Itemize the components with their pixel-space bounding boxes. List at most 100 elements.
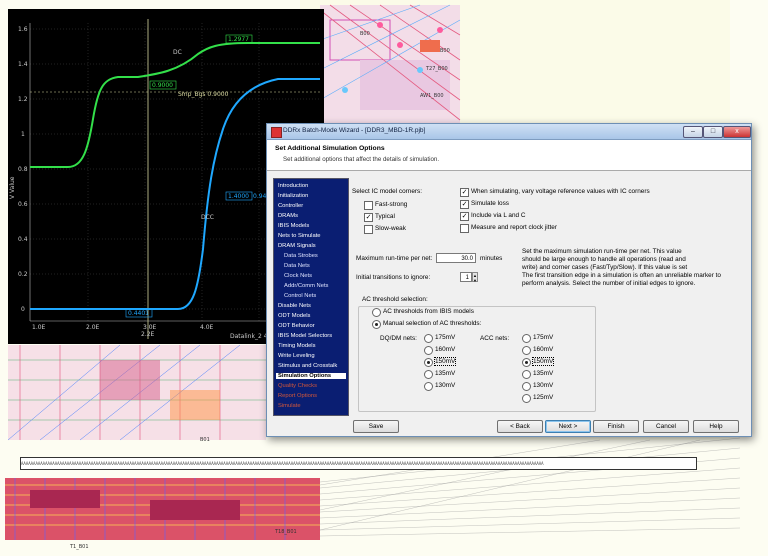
wizard-header: Set Additional Simulation Options Set ad… <box>267 140 751 171</box>
simulate-loss-checkbox[interactable]: ✓ <box>460 200 469 209</box>
ac-from-ibis-radio[interactable] <box>372 308 381 317</box>
close-button[interactable]: x <box>723 126 751 138</box>
acc-135-radio[interactable] <box>522 370 531 379</box>
pcb-label-4: AW1_B00 <box>420 93 444 99</box>
nav-item-odt-behavior[interactable]: ODT Behavior <box>278 323 315 329</box>
acc-150-radio[interactable] <box>522 358 531 367</box>
y-tick-3: 1 <box>21 131 25 138</box>
nav-item-stimulus-crosstalk[interactable]: Stimulus and Crosstalk <box>278 363 337 369</box>
acc-130-radio[interactable] <box>522 382 531 391</box>
nav-item-control-nets[interactable]: Control Nets <box>284 293 316 299</box>
typical-checkbox[interactable]: ✓ <box>364 213 373 222</box>
cancel-button[interactable]: Cancel <box>643 420 689 433</box>
nav-item-dram-signals[interactable]: DRAM Signals <box>278 243 316 249</box>
nav-item-simulate[interactable]: Simulate <box>278 403 301 409</box>
finish-button[interactable]: Finish <box>593 420 639 433</box>
dqdm-135-radio[interactable] <box>424 370 433 379</box>
next-button[interactable]: Next > <box>545 420 591 433</box>
nav-item-ibis-model-selectors[interactable]: IBIS Model Selectors <box>278 333 332 339</box>
acc-175-label: 175mV <box>533 334 554 341</box>
max-runtime-help-3: write) and corner cases (Fast/Typ/Slow).… <box>522 264 688 271</box>
help-button[interactable]: Help <box>693 420 739 433</box>
cursor-rule-label: 2.2E <box>141 331 155 338</box>
marker-a-value: 0.9000 <box>152 82 173 89</box>
maximize-button[interactable]: □ <box>703 126 723 138</box>
options-panel: Select IC model corners: Fast-strong ✓ T… <box>350 178 746 414</box>
transitions-spinner[interactable]: ▲ ▼ <box>472 272 478 283</box>
nav-item-clock-nets[interactable]: Clock Nets <box>284 273 312 279</box>
minimize-button[interactable]: – <box>683 126 703 138</box>
pcb-label-1: B00 <box>360 31 370 37</box>
y-tick-2: 1.2 <box>18 96 28 103</box>
max-runtime-label: Maximum run-time per net: <box>356 255 433 262</box>
ac-threshold-label: AC threshold selection: <box>362 296 428 303</box>
nav-item-report-options[interactable]: Report Options <box>278 393 317 399</box>
dqdm-130-label: 130mV <box>435 382 456 389</box>
acc-125-radio[interactable] <box>522 394 531 403</box>
y-tick-6: 0.4 <box>18 236 28 243</box>
dc-mid-label: DCC <box>201 214 214 221</box>
title-bar[interactable]: DDRx Batch-Mode Wizard - [DDR3_MBD-1R.pj… <box>267 124 751 140</box>
back-button[interactable]: < Back <box>497 420 543 433</box>
page-subtitle: Set additional options that affect the d… <box>283 156 440 163</box>
transitions-label: Initial transitions to ignore: <box>356 274 431 281</box>
nav-item-quality-checks[interactable]: Quality Checks <box>278 383 317 389</box>
dqdm-160-radio[interactable] <box>424 346 433 355</box>
acc-135-label: 135mV <box>533 370 554 377</box>
save-button[interactable]: Save <box>353 420 399 433</box>
nav-item-drams[interactable]: DRAMs <box>278 213 298 219</box>
x-tick-3: 4.0E <box>200 324 214 331</box>
ac-manual-radio[interactable] <box>372 320 381 329</box>
wizard-step-nav: Introduction Initialization Controller D… <box>273 178 349 416</box>
dc-top-label: DC <box>173 49 182 56</box>
nav-item-data-nets[interactable]: Data Nets <box>284 263 310 269</box>
acc-160-label: 160mV <box>533 346 554 353</box>
slow-weak-checkbox[interactable] <box>364 225 373 234</box>
nav-item-data-strobes[interactable]: Data Strobes <box>284 253 318 259</box>
dqdm-175-radio[interactable] <box>424 334 433 343</box>
nav-item-simulation-options[interactable]: Simulation Options <box>276 373 346 379</box>
fast-strong-checkbox[interactable] <box>364 201 373 210</box>
nav-item-controller[interactable]: Controller <box>278 203 303 209</box>
nav-item-ibis-models[interactable]: IBIS Models <box>278 223 309 229</box>
nav-item-odt-models[interactable]: ODT Models <box>278 313 310 319</box>
dqdm-150-radio[interactable] <box>424 358 433 367</box>
clock-jitter-checkbox[interactable] <box>460 224 469 233</box>
transitions-input[interactable]: 1 <box>460 272 472 282</box>
nav-item-nets-to-simulate[interactable]: Nets to Simulate <box>278 233 321 239</box>
y-axis-label: V Value <box>9 176 16 199</box>
fast-strong-label: Fast-strong <box>375 201 408 208</box>
ddrx-batch-mode-wizard: DDRx Batch-Mode Wizard - [DDR3_MBD-1R.pj… <box>266 123 752 437</box>
dqdm-label: DQ/DM nets: <box>380 335 417 342</box>
dqdm-130-radio[interactable] <box>424 382 433 391</box>
dqdm-160-label: 160mV <box>435 346 456 353</box>
max-runtime-help-1: Set the maximum simulation run-time per … <box>522 248 682 255</box>
dc-top-value: 1.2977 <box>228 36 249 43</box>
vary-vref-label: When simulating, vary voltage reference … <box>471 188 650 195</box>
dqdm-175-label: 175mV <box>435 334 456 341</box>
simulate-loss-label: Simulate loss <box>471 200 510 207</box>
vary-vref-checkbox[interactable]: ✓ <box>460 188 469 197</box>
nav-item-addr-comm-nets[interactable]: Addr/Comm Nets <box>284 283 328 289</box>
max-runtime-input[interactable]: 30.0 <box>436 253 476 263</box>
max-runtime-help-2: should be large enough to handle all ope… <box>522 256 686 263</box>
ac-manual-label: Manual selection of AC thresholds: <box>383 320 482 327</box>
acc-175-radio[interactable] <box>522 334 531 343</box>
nav-item-introduction[interactable]: Introduction <box>278 183 308 189</box>
acc-label: ACC nets: <box>480 335 510 342</box>
pcb-label-5: T18_B01 <box>274 529 297 535</box>
y-tick-1: 1.4 <box>18 61 28 68</box>
nav-item-timing-models[interactable]: Timing Models <box>278 343 315 349</box>
include-via-checkbox[interactable]: ✓ <box>460 212 469 221</box>
nav-item-disable-nets[interactable]: Disable Nets <box>278 303 311 309</box>
app-icon <box>271 127 282 138</box>
nav-item-initialization[interactable]: Initialization <box>278 193 308 199</box>
y-tick-8: 0 <box>21 306 25 313</box>
y-tick-5: 0.6 <box>18 201 28 208</box>
acc-160-radio[interactable] <box>522 346 531 355</box>
x-tick-0: 1.0E <box>32 324 46 331</box>
transitions-help-1: The first transition edge in a simulatio… <box>522 272 721 279</box>
nav-item-write-leveling[interactable]: Write Leveling <box>278 353 315 359</box>
ic-corners-label: Select IC model corners: <box>352 188 422 195</box>
pcb-label-3: T27_B00 <box>425 66 448 72</box>
